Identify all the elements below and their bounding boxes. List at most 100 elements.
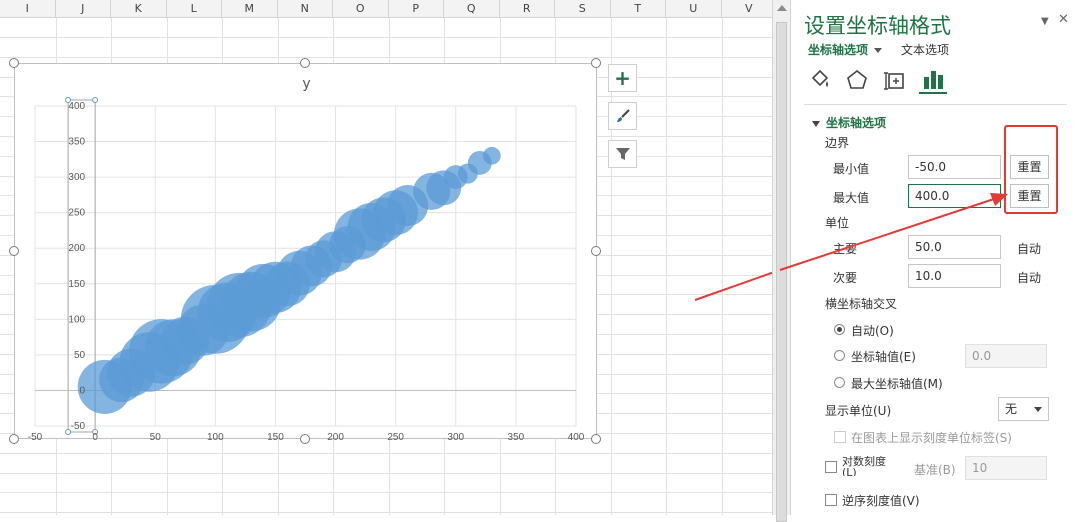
bounds-label: 边界: [825, 136, 850, 150]
log-base-input[interactable]: 10: [965, 456, 1047, 480]
chart-area[interactable]: y -50 0 50 100 150 200 250 300 350 400 -50 0 50 100 15…: [14, 63, 598, 440]
column-header-l[interactable]: L: [167, 0, 222, 18]
cross-auto-radio[interactable]: [834, 324, 845, 335]
chart-handle-mr[interactable]: [591, 246, 601, 256]
pane-options-chevron-icon[interactable]: ▼: [1041, 16, 1049, 27]
minor-auto-label: 自动: [1017, 271, 1042, 285]
chart-filters-button[interactable]: [608, 140, 637, 168]
column-header-o[interactable]: O: [333, 0, 389, 18]
vertical-scrollbar[interactable]: [772, 0, 790, 522]
major-label: 主要: [833, 242, 858, 256]
x-tick-label: 100: [207, 432, 224, 440]
grid-line-horizontal: [0, 472, 772, 474]
scrollbar-thumb[interactable]: [776, 22, 787, 522]
size-properties-tab[interactable]: [881, 66, 909, 94]
chart-handle-ml[interactable]: [9, 246, 19, 256]
bubble-chart-plot[interactable]: -50 0 50 100 150 200 250 300 350 400 -50 0 50 100 150 2…: [15, 64, 598, 440]
chart-handle-tl[interactable]: [9, 58, 19, 68]
grid-line-horizontal: [0, 492, 772, 494]
show-units-label-text: 在图表上显示刻度单位标签(S): [851, 431, 1012, 445]
cross-axis-value-radio[interactable]: [834, 350, 845, 361]
minor-label: 次要: [833, 271, 858, 285]
x-tick-label: 0: [92, 432, 98, 440]
column-header-v[interactable]: V: [722, 0, 773, 18]
size-properties-icon: [884, 72, 904, 90]
column-header-m[interactable]: M: [222, 0, 278, 18]
cross-axis-value-input[interactable]: 0.0: [965, 344, 1047, 368]
cross-axis-value-label[interactable]: 坐标轴值(E): [851, 348, 916, 365]
chart-handle-bm[interactable]: [300, 434, 310, 444]
x-tick-label: 150: [267, 432, 284, 440]
fill-line-icon: [811, 69, 829, 87]
cross-max-value-radio[interactable]: [834, 377, 845, 388]
min-bound-input[interactable]: -50.0: [908, 155, 1001, 179]
chart-handle-br[interactable]: [591, 434, 601, 444]
reverse-order-label: 逆序刻度值(V): [842, 494, 920, 508]
column-header-q[interactable]: Q: [444, 0, 500, 18]
axis-options-tab[interactable]: [919, 66, 947, 94]
max-bound-input[interactable]: 400.0: [908, 184, 1001, 208]
units-label: 单位: [825, 216, 850, 230]
display-units-select[interactable]: 无: [998, 397, 1049, 421]
fill-line-tab[interactable]: [806, 66, 834, 94]
add-element-button[interactable]: +: [608, 64, 637, 92]
x-tick-label: 50: [150, 432, 162, 440]
column-header-r[interactable]: R: [500, 0, 555, 18]
chevron-down-icon: [874, 48, 883, 53]
tab-axis-options[interactable]: 坐标轴选项: [808, 41, 883, 58]
y-tick-label: 400: [68, 101, 85, 112]
log-scale-checkbox[interactable]: [825, 461, 837, 473]
section-header-axis-options[interactable]: 坐标轴选项: [812, 114, 886, 131]
tab-divider: [804, 104, 1067, 105]
x-tick-label: -50: [28, 432, 43, 440]
column-header-k[interactable]: K: [111, 0, 167, 18]
cross-max-value-label[interactable]: 最大坐标轴值(M): [851, 375, 943, 392]
collapse-triangle-icon: [812, 120, 820, 127]
axis-options-icon: [924, 71, 943, 89]
cross-auto-label[interactable]: 自动(O): [851, 322, 894, 339]
column-header-j[interactable]: J: [56, 0, 111, 18]
reset-buttons-highlight: [1004, 125, 1058, 214]
column-header-n[interactable]: N: [278, 0, 333, 18]
minor-unit-input[interactable]: 10.0: [908, 264, 1001, 288]
tab-text-options[interactable]: 文本选项: [901, 41, 949, 58]
chart-handle-bl[interactable]: [9, 434, 19, 444]
show-units-label-checkbox[interactable]: [834, 431, 846, 443]
major-unit-input[interactable]: 50.0: [908, 235, 1001, 259]
log-base-label: 基准(B): [914, 463, 956, 477]
plus-icon: +: [614, 66, 631, 90]
grid-line-vertical: [666, 18, 667, 515]
horizontal-axis-crosses-label: 横坐标轴交叉: [825, 297, 898, 311]
reverse-order-checkbox[interactable]: [825, 494, 837, 506]
column-header-t[interactable]: T: [611, 0, 666, 18]
effects-tab[interactable]: [843, 66, 871, 94]
y-tick-label: 100: [68, 314, 85, 325]
grid-line-vertical: [721, 18, 723, 515]
y-tick-label: 150: [68, 279, 85, 290]
y-tick-label: -50: [71, 421, 86, 432]
column-header-i[interactable]: I: [0, 0, 56, 18]
grid-line-horizontal: [0, 56, 772, 58]
column-header-s[interactable]: S: [555, 0, 611, 18]
y-axis-handle: [92, 97, 99, 103]
chart-handle-tr[interactable]: [591, 58, 601, 68]
x-tick-label: 200: [327, 432, 344, 440]
chevron-down-icon: [1034, 407, 1042, 412]
column-header-row: IJKLMNOPQRSTUV: [0, 0, 772, 18]
filter-icon: [615, 148, 630, 160]
bubble-point: [482, 146, 501, 165]
x-tick-label: 300: [447, 432, 464, 440]
log-scale-label: 对数刻度 (L): [842, 456, 886, 476]
display-units-label: 显示单位(U): [825, 404, 892, 418]
spreadsheet-grid[interactable]: IJKLMNOPQRSTUV y -50 0 50 100 150 200 250 300 35…: [0, 0, 772, 515]
chart-handle-tm[interactable]: [300, 58, 310, 68]
grid-line-horizontal: [0, 37, 772, 38]
scroll-up-icon[interactable]: [777, 5, 787, 11]
format-axis-pane[interactable]: 设置坐标轴格式 ▼ ✕ 坐标轴选项 文本选项 坐标轴选项 边界 最小值 -50.…: [790, 0, 1080, 515]
chart-styles-button[interactable]: [608, 102, 637, 130]
column-header-u[interactable]: U: [666, 0, 722, 18]
brush-icon: [616, 109, 630, 122]
grid-line-horizontal: [0, 512, 772, 514]
close-icon[interactable]: ✕: [1058, 12, 1069, 27]
column-header-p[interactable]: P: [389, 0, 444, 18]
